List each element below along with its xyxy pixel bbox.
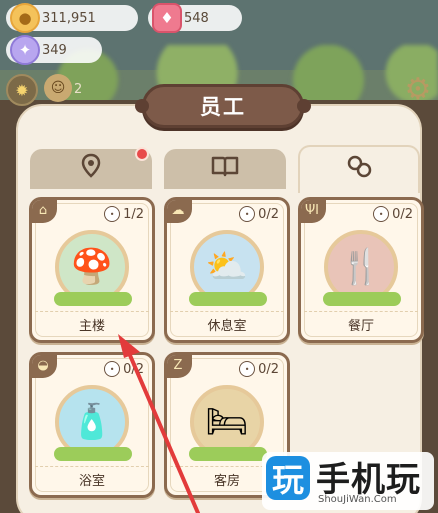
notification-dot	[135, 147, 149, 161]
staff-count-value: 1/2	[123, 206, 144, 222]
tab-location[interactable]	[30, 149, 152, 189]
staff-head-icon: •	[104, 361, 121, 377]
tab-staff[interactable]	[298, 145, 420, 193]
coin-icon: ●	[10, 3, 40, 33]
customer-face-icon: ☺	[44, 74, 72, 102]
staff-count: • 0/2	[239, 206, 279, 222]
sun-badge-icon[interactable]: ✹	[6, 74, 38, 106]
staff-count: • 0/2	[104, 361, 144, 377]
panel-title-plate: 员工	[135, 84, 311, 128]
room-label: 主楼	[35, 311, 149, 337]
staff-head-icon: •	[239, 361, 256, 377]
gem-icon: ♦	[152, 3, 182, 33]
room-label: 餐厅	[304, 311, 418, 337]
staff-count: • 0/2	[239, 361, 279, 377]
room-card-main-building[interactable]: ⌂ • 1/2 🍄 主楼	[29, 197, 155, 343]
staff-count-value: 0/2	[258, 206, 279, 222]
room-label: 浴室	[35, 466, 149, 492]
staff-count-value: 0/2	[123, 361, 144, 377]
crystal-value: 349	[42, 42, 67, 58]
grass-base	[54, 292, 132, 306]
coin-counter[interactable]: ● 311,951	[6, 3, 138, 33]
room-card-lounge[interactable]: ☁ • 0/2 ⛅ 休息室	[164, 197, 290, 343]
grass-base	[54, 447, 132, 461]
staff-count-value: 0/2	[392, 206, 413, 222]
room-label: 休息室	[170, 311, 284, 337]
staff-count: • 0/2	[373, 206, 413, 222]
crystal-counter[interactable]: ✦ 349	[6, 35, 102, 65]
customer-count: 2	[74, 82, 83, 97]
staff-head-icon: •	[104, 206, 121, 222]
watermark: 玩 手机玩 ShouJiWan.Com	[262, 452, 434, 510]
staff-count: • 1/2	[104, 206, 144, 222]
crystal-icon: ✦	[10, 35, 40, 65]
staff-count-value: 0/2	[258, 361, 279, 377]
panel-title: 员工	[200, 95, 246, 119]
staff-icon	[344, 153, 374, 187]
room-card-bathroom[interactable]: ◒ • 0/2 🧴 浴室	[29, 352, 155, 498]
settings-gear-icon[interactable]: ⚙	[402, 74, 434, 106]
gem-value: 548	[184, 10, 209, 26]
grass-base	[189, 292, 267, 306]
staff-head-icon: •	[373, 206, 390, 222]
book-icon	[210, 153, 240, 185]
watermark-logo: 玩	[266, 456, 310, 500]
grass-base	[189, 447, 267, 461]
staff-head-icon: •	[239, 206, 256, 222]
room-card-dining[interactable]: ΨΙ • 0/2 🍴 餐厅	[298, 197, 424, 343]
tab-book[interactable]	[164, 149, 286, 189]
location-pin-icon	[77, 152, 105, 186]
watermark-url: ShouJiWan.Com	[318, 494, 397, 505]
grass-base	[323, 292, 401, 306]
gem-counter[interactable]: ♦ 548	[148, 3, 242, 33]
coin-value: 311,951	[42, 10, 96, 26]
